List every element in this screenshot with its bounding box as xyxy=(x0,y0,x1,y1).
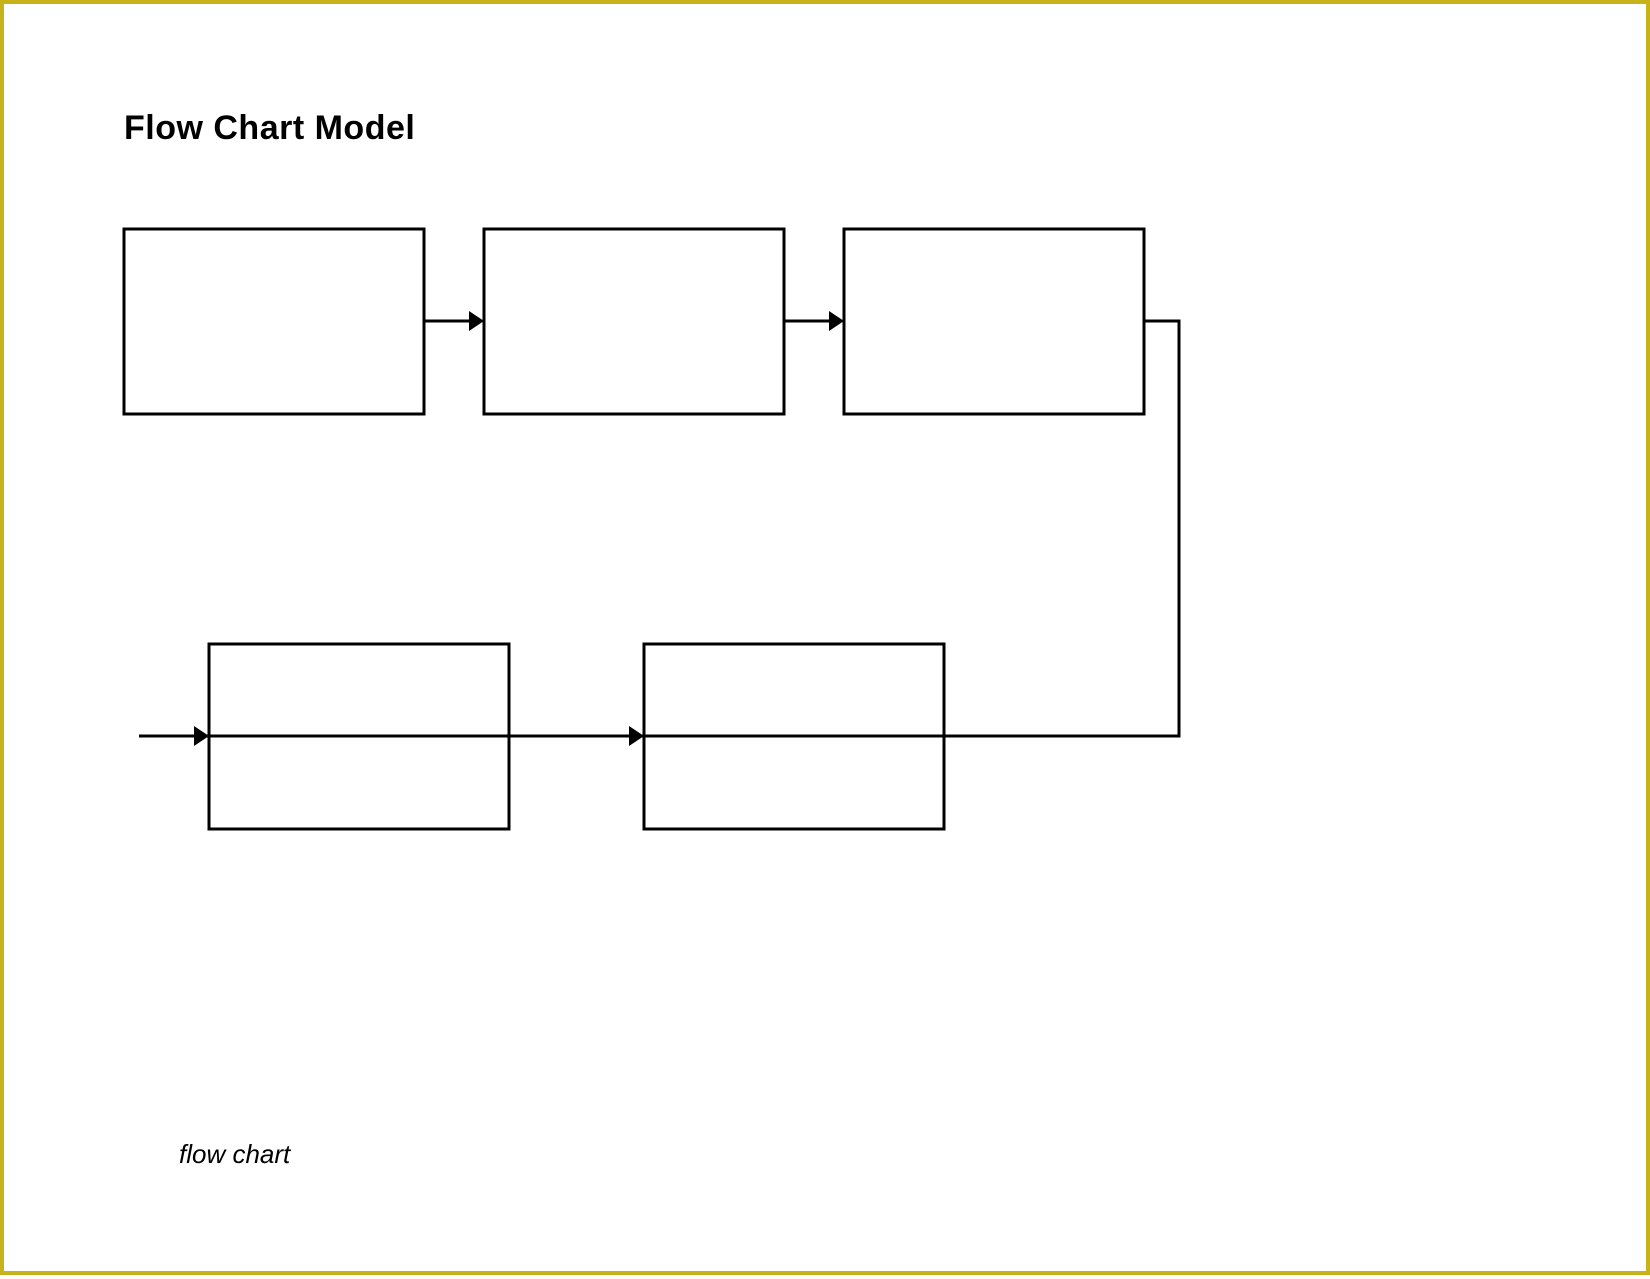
page-frame: Flow Chart Model flow chart xyxy=(0,0,1650,1275)
flowchart-diagram xyxy=(4,4,1650,1279)
flow-box-1 xyxy=(124,229,424,414)
figure-caption: flow chart xyxy=(179,1139,290,1170)
arrowhead-3 xyxy=(194,726,209,746)
arrowhead-1 xyxy=(469,311,484,331)
flow-box-2 xyxy=(484,229,784,414)
arrowhead-4 xyxy=(629,726,644,746)
flow-box-3 xyxy=(844,229,1144,414)
arrowhead-2 xyxy=(829,311,844,331)
